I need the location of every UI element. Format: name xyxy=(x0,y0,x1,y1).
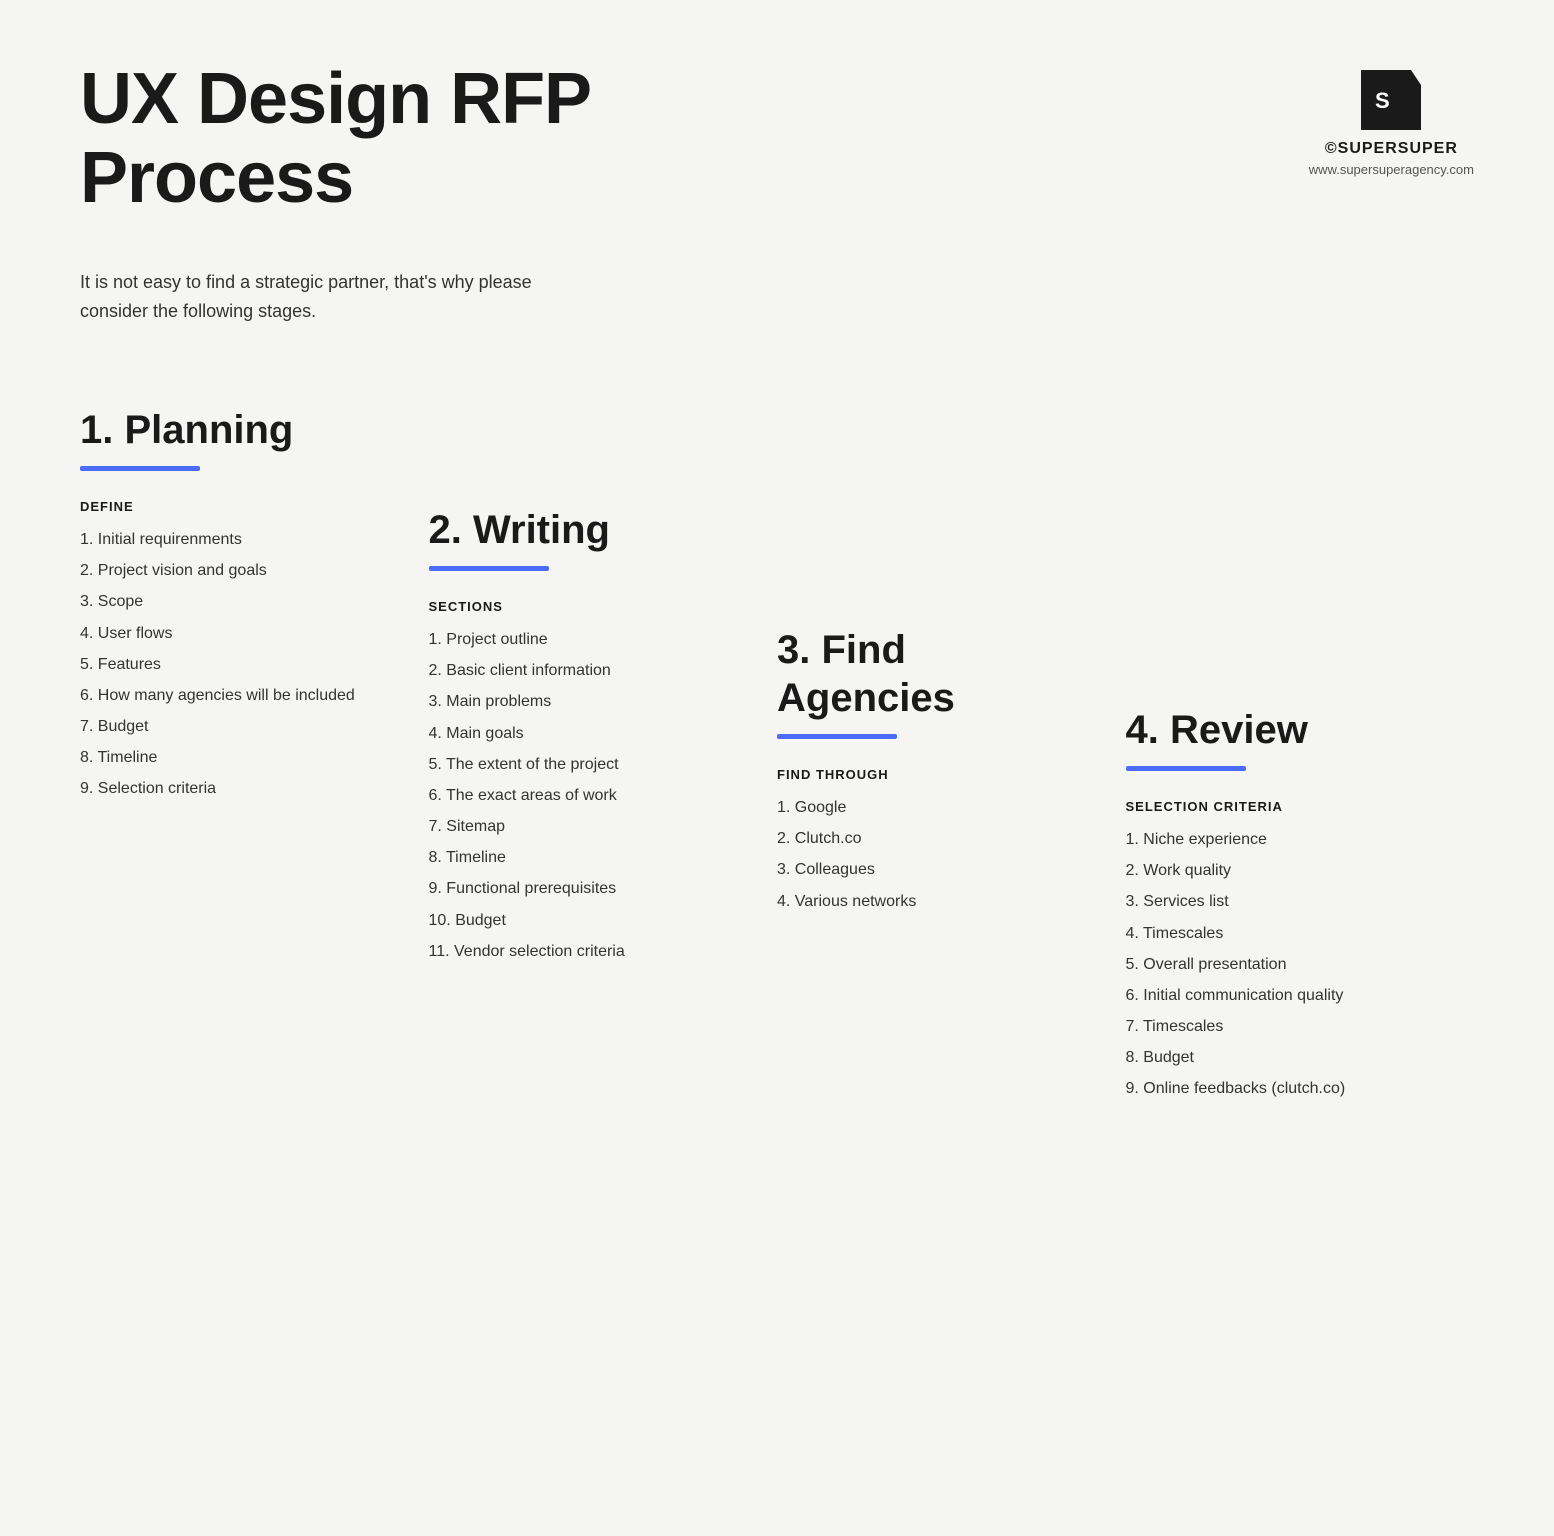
list-item: 2. Work quality xyxy=(1126,857,1475,884)
list-item: 2. Project vision and goals xyxy=(80,557,389,584)
list-item: 7. Timescales xyxy=(1126,1013,1475,1040)
sections-grid: 1. Planning DEFINE 1. Initial requirenme… xyxy=(80,386,1474,1107)
list-item: 8. Budget xyxy=(1126,1044,1475,1071)
header: UX Design RFP Process S ©SUPERSUPER www.… xyxy=(80,60,1474,218)
section-planning: 1. Planning DEFINE 1. Initial requirenme… xyxy=(80,386,429,807)
list-item: 9. Functional prerequisites xyxy=(429,875,738,902)
list-item: 6. The exact areas of work xyxy=(429,782,738,809)
planning-title: 1. Planning xyxy=(80,406,389,454)
list-item: 1. Niche experience xyxy=(1126,826,1475,853)
svg-text:S: S xyxy=(1375,88,1390,113)
list-item: 11. Vendor selection criteria xyxy=(429,938,738,965)
writing-subtitle: SECTIONS xyxy=(429,599,738,614)
list-item: 5. Features xyxy=(80,651,389,678)
list-item: 1. Google xyxy=(777,794,1086,821)
list-item: 4. Timescales xyxy=(1126,920,1475,947)
agencies-underline xyxy=(777,734,897,739)
list-item: 9. Online feedbacks (clutch.co) xyxy=(1126,1075,1475,1102)
list-item: 4. User flows xyxy=(80,620,389,647)
agencies-title: 3. Find Agencies xyxy=(777,626,1086,722)
brand-name: ©SUPERSUPER xyxy=(1309,140,1474,158)
list-item: 2. Basic client information xyxy=(429,657,738,684)
agencies-subtitle: FIND THROUGH xyxy=(777,767,1086,782)
section-find-agencies: 3. Find Agencies FIND THROUGH 1. Google … xyxy=(777,386,1126,919)
list-item: 4. Main goals xyxy=(429,720,738,747)
list-item: 5. Overall presentation xyxy=(1126,951,1475,978)
review-list: 1. Niche experience 2. Work quality 3. S… xyxy=(1126,826,1475,1103)
brand-block: S ©SUPERSUPER www.supersuperagency.com xyxy=(1309,70,1474,177)
brand-url: www.supersuperagency.com xyxy=(1309,162,1474,177)
list-item: 4. Various networks xyxy=(777,888,1086,915)
page-container: UX Design RFP Process S ©SUPERSUPER www.… xyxy=(80,60,1474,1107)
brand-logo-svg: S xyxy=(1361,70,1421,135)
list-item: 10. Budget xyxy=(429,907,738,934)
brand-logo: S xyxy=(1361,70,1421,130)
list-item: 2. Clutch.co xyxy=(777,825,1086,852)
review-title: 4. Review xyxy=(1126,706,1475,754)
planning-underline xyxy=(80,466,200,471)
list-item: 6. How many agencies will be included xyxy=(80,682,389,709)
writing-underline xyxy=(429,566,549,571)
list-item: 3. Scope xyxy=(80,588,389,615)
list-item: 7. Budget xyxy=(80,713,389,740)
section-writing: 2. Writing SECTIONS 1. Project outline 2… xyxy=(429,386,778,969)
list-item: 1. Initial requirenments xyxy=(80,526,389,553)
list-item: 7. Sitemap xyxy=(429,813,738,840)
section-review: 4. Review SELECTION CRITERIA 1. Niche ex… xyxy=(1126,386,1475,1107)
title-block: UX Design RFP Process xyxy=(80,60,591,218)
list-item: 3. Main problems xyxy=(429,688,738,715)
list-item: 5. The extent of the project xyxy=(429,751,738,778)
writing-title: 2. Writing xyxy=(429,506,738,554)
agencies-list: 1. Google 2. Clutch.co 3. Colleagues 4. … xyxy=(777,794,1086,915)
writing-list: 1. Project outline 2. Basic client infor… xyxy=(429,626,738,965)
review-subtitle: SELECTION CRITERIA xyxy=(1126,799,1475,814)
review-underline xyxy=(1126,766,1246,771)
list-item: 8. Timeline xyxy=(429,844,738,871)
planning-list: 1. Initial requirenments 2. Project visi… xyxy=(80,526,389,803)
planning-subtitle: DEFINE xyxy=(80,499,389,514)
list-item: 8. Timeline xyxy=(80,744,389,771)
list-item: 3. Services list xyxy=(1126,888,1475,915)
list-item: 3. Colleagues xyxy=(777,856,1086,883)
list-item: 1. Project outline xyxy=(429,626,738,653)
page-title: UX Design RFP Process xyxy=(80,60,591,218)
list-item: 9. Selection criteria xyxy=(80,775,389,802)
list-item: 6. Initial communication quality xyxy=(1126,982,1475,1009)
page-subtitle: It is not easy to find a strategic partn… xyxy=(80,268,580,326)
